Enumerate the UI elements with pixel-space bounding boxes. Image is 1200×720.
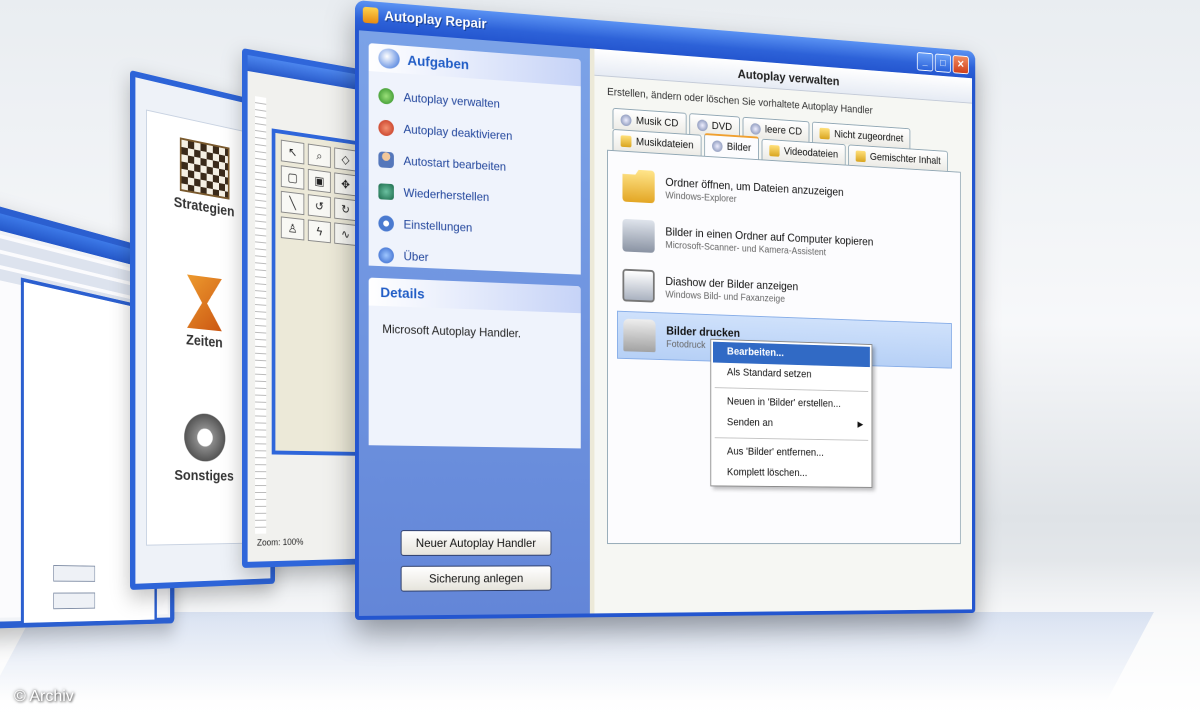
tab-label: Gemischter Inhalt: [870, 151, 941, 167]
tab-label: Musik CD: [636, 115, 678, 129]
handler-list: Ordner öffnen, um Dateien anzuzeigen Win…: [607, 150, 961, 544]
tab-label: Videodateien: [784, 145, 838, 160]
curve-tool-icon: ↺: [308, 194, 331, 218]
app-icon: [363, 7, 379, 24]
tab-label: DVD: [712, 120, 732, 133]
disable-icon: [378, 120, 394, 137]
tab-bilder[interactable]: Bilder: [704, 133, 759, 159]
line-tool-icon: ╲: [281, 191, 304, 215]
new-handler-button[interactable]: Neuer Autoplay Handler: [400, 530, 551, 556]
details-text: Microsoft Autoplay Handler.: [369, 305, 581, 448]
restore-icon: [378, 183, 394, 200]
window-client: Aufgaben Autoplay verwalten Autoplay dea…: [359, 30, 972, 616]
tasks-list: Autoplay verwalten Autoplay deaktivieren…: [369, 71, 581, 275]
copyright-notice: © Archiv: [14, 688, 74, 706]
tasks-header-label: Aufgaben: [407, 52, 469, 72]
category-label: Sonstiges: [174, 467, 233, 484]
content-area: Autoplay verwalten Erstellen, ändern ode…: [594, 49, 972, 614]
menu-item-als-standard[interactable]: Als Standard setzen: [713, 362, 870, 387]
task-label: Wiederherstellen: [404, 186, 490, 204]
scanner-icon: [622, 219, 654, 253]
unassigned-icon: [820, 127, 830, 139]
slideshow-icon: [622, 269, 654, 303]
arc-tool-icon: ↻: [334, 197, 356, 221]
zoom-tool-icon: ⌕: [308, 144, 331, 169]
autostart-icon: [378, 151, 394, 168]
maximize-button[interactable]: □: [935, 53, 951, 73]
details-header-label: Details: [380, 284, 424, 302]
details-box: Details Microsoft Autoplay Handler.: [369, 278, 581, 449]
info-icon: [378, 247, 394, 264]
music-files-icon: [621, 135, 632, 147]
blank-cd-icon: [750, 122, 760, 134]
tab-label: Nicht zugeordnet: [834, 128, 903, 144]
minimize-button[interactable]: _: [917, 52, 933, 72]
person-tool-icon: ♙: [281, 216, 304, 240]
autoplay-repair-window: Autoplay Repair _ □ ✕ Aufgaben Autoplay …: [355, 0, 975, 620]
pictures-icon: [712, 140, 722, 152]
task-label: Über: [404, 249, 429, 264]
menu-item-entfernen[interactable]: Aus 'Bilder' entfernen...: [713, 442, 870, 465]
zoom-level: Zoom: 100%: [257, 537, 303, 548]
tab-label: Musikdateien: [636, 136, 694, 151]
submenu-arrow-icon: ▶: [857, 419, 863, 429]
category-label: Zeiten: [186, 332, 223, 352]
rectangle-tool-icon: ▢: [281, 165, 304, 190]
cd-icon: [621, 114, 632, 126]
hourglass-icon: [179, 273, 229, 332]
backup-button[interactable]: Sicherung anlegen: [400, 565, 551, 591]
tab-label: leere CD: [765, 123, 802, 137]
lightning-tool-icon: ϟ: [308, 219, 331, 243]
autoplay-icon: [378, 88, 394, 105]
close-button[interactable]: ✕: [953, 55, 969, 74]
folder-icon: [622, 169, 654, 203]
video-files-icon: [769, 144, 779, 156]
settings-icon: [378, 215, 394, 232]
menu-item-senden-an[interactable]: Senden an ▶: [713, 413, 870, 437]
fill-tool-icon: ▣: [308, 169, 331, 193]
task-pane-buttons: Neuer Autoplay Handler Sicherung anlegen: [369, 520, 581, 592]
pointer-tool-icon: ↖: [281, 140, 304, 165]
gear-icon: [179, 410, 229, 465]
handler-title: Bilder drucken: [666, 323, 740, 339]
window-title: Autoplay Repair: [384, 7, 486, 31]
menu-item-label: Senden an: [727, 417, 773, 429]
wave-tool-icon: ∿: [334, 222, 356, 246]
tasks-box: Aufgaben Autoplay verwalten Autoplay dea…: [369, 43, 581, 275]
shape-tool-icon: ◇: [334, 147, 356, 171]
mixed-content-icon: [856, 150, 866, 162]
dvd-icon: [697, 119, 708, 131]
background-button: [53, 565, 95, 582]
tab-label: Bilder: [727, 141, 751, 154]
window-reflection: [0, 612, 1154, 702]
scene: Strategien Zeiten Sonstiges ↖ ⌕ ◇ ▢ ▣ ✥: [0, 0, 1200, 720]
menu-separator: [715, 437, 868, 441]
task-label: Autoplay deaktivieren: [404, 122, 513, 143]
menu-item-komplett-loeschen[interactable]: Komplett löschen...: [713, 463, 870, 485]
move-tool-icon: ✥: [334, 172, 356, 196]
context-menu: Bearbeiten... Als Standard setzen Neuen …: [710, 339, 872, 488]
chessboard-icon: [179, 137, 229, 199]
printer-icon: [623, 319, 655, 353]
ruler: [255, 96, 266, 534]
task-label: Einstellungen: [404, 217, 473, 234]
menu-separator: [715, 387, 868, 392]
background-button: [53, 593, 95, 610]
task-pane: Aufgaben Autoplay verwalten Autoplay dea…: [359, 30, 590, 616]
tasks-icon: [378, 48, 399, 69]
task-label: Autostart bearbeiten: [404, 154, 507, 174]
task-label: Autoplay verwalten: [404, 90, 500, 110]
